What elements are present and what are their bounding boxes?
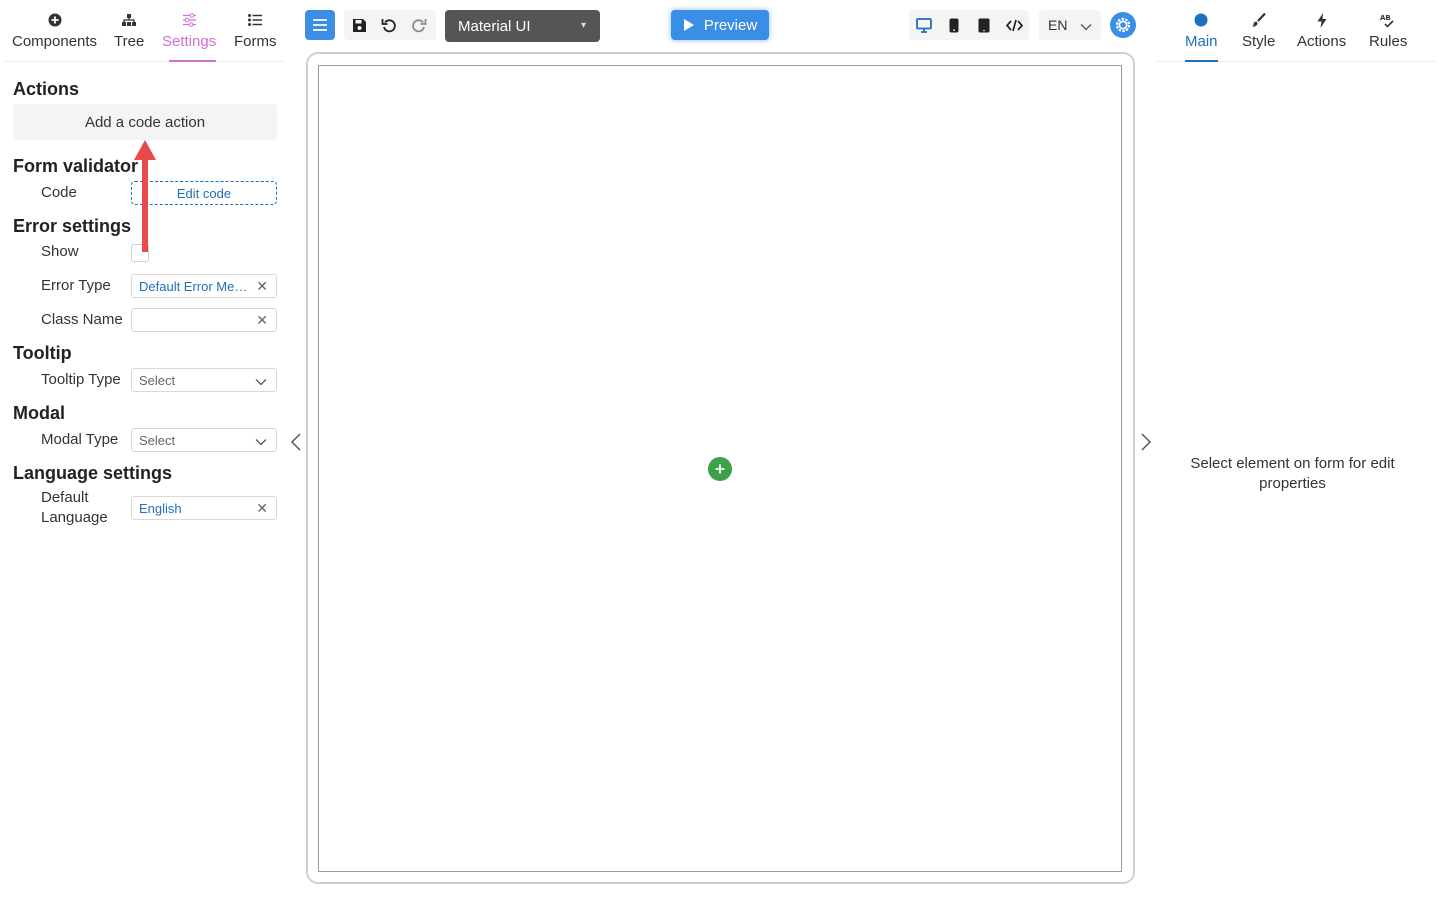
undo-button[interactable] bbox=[374, 10, 404, 40]
tab-settings[interactable]: Settings bbox=[162, 10, 216, 50]
menu-button[interactable] bbox=[305, 10, 335, 40]
device-toolbar bbox=[909, 10, 1029, 40]
left-tabs: Components Tree Settings Forms bbox=[4, 0, 284, 62]
tooltip-type-placeholder: Select bbox=[139, 372, 176, 388]
tab-tree[interactable]: Tree bbox=[114, 10, 144, 50]
plus-circle-icon bbox=[48, 10, 62, 30]
chevron-down-icon bbox=[255, 434, 267, 449]
error-type-select[interactable]: Default Error Message ✕ bbox=[131, 274, 277, 298]
play-icon bbox=[683, 19, 694, 31]
chevron-right-icon bbox=[1141, 433, 1152, 451]
tablet-icon bbox=[978, 18, 990, 32]
tab-rules-label: Rules bbox=[1369, 33, 1408, 50]
tab-forms-label: Forms bbox=[234, 33, 277, 50]
left-panel: Components Tree Settings Forms Actions A… bbox=[0, 0, 285, 900]
class-name-input[interactable]: ✕ bbox=[131, 308, 277, 332]
tree-icon bbox=[122, 10, 137, 30]
tab-tree-label: Tree bbox=[114, 33, 145, 50]
language-select-value: EN bbox=[1048, 17, 1068, 33]
circle-icon bbox=[1194, 10, 1208, 30]
clear-class-name-icon[interactable]: ✕ bbox=[256, 312, 268, 328]
mobile-view-button[interactable] bbox=[939, 10, 969, 40]
default-language-select[interactable]: English ✕ bbox=[131, 496, 277, 520]
code-label: Code bbox=[41, 184, 77, 201]
clear-language-icon[interactable]: ✕ bbox=[256, 500, 268, 516]
theme-select-value: Material UI bbox=[458, 17, 531, 35]
tooltip-type-label: Tooltip Type bbox=[41, 371, 121, 388]
modal-type-placeholder: Select bbox=[139, 432, 176, 448]
add-component-button[interactable] bbox=[708, 457, 732, 481]
list-icon bbox=[248, 10, 263, 30]
svg-text:AB: AB bbox=[1380, 14, 1391, 22]
annotation-arrow bbox=[134, 140, 156, 252]
collapse-right-panel-button[interactable] bbox=[1140, 432, 1152, 457]
brush-icon bbox=[1251, 10, 1266, 30]
desktop-view-button[interactable] bbox=[909, 10, 939, 40]
modal-type-label: Modal Type bbox=[41, 431, 119, 448]
tab-style-label: Style bbox=[1242, 33, 1276, 50]
tab-components[interactable]: Components bbox=[12, 10, 97, 50]
preview-button[interactable]: Preview bbox=[671, 10, 769, 40]
mobile-icon bbox=[949, 18, 959, 32]
sliders-icon bbox=[182, 10, 197, 30]
default-language-value: English bbox=[139, 500, 182, 516]
add-code-action-button[interactable]: Add a code action bbox=[13, 104, 277, 140]
active-tab-indicator bbox=[1185, 60, 1218, 62]
section-modal-title: Modal bbox=[13, 403, 65, 423]
tab-rules[interactable]: AB Rules bbox=[1369, 10, 1408, 51]
tablet-view-button[interactable] bbox=[969, 10, 999, 40]
section-tooltip-title: Tooltip bbox=[13, 343, 72, 363]
desktop-icon bbox=[916, 17, 932, 33]
right-tabs: Main Style Actions AB Rules bbox=[1156, 0, 1436, 62]
history-toolbar bbox=[344, 10, 436, 40]
settings-gear-button[interactable] bbox=[1110, 12, 1136, 38]
clear-error-type-icon[interactable]: ✕ bbox=[256, 278, 268, 294]
tab-components-label: Components bbox=[12, 33, 98, 50]
save-button[interactable] bbox=[344, 10, 374, 40]
section-form-validator-title: Form validator bbox=[13, 156, 139, 176]
code-view-button[interactable] bbox=[999, 10, 1029, 40]
menu-icon bbox=[313, 19, 327, 31]
tab-actions-label: Actions bbox=[1297, 33, 1347, 50]
empty-properties-message: Select element on form for edit properti… bbox=[1190, 455, 1395, 492]
code-icon bbox=[1005, 19, 1023, 31]
class-name-label: Class Name bbox=[41, 311, 123, 328]
redo-button[interactable] bbox=[404, 10, 434, 40]
collapse-left-panel-button[interactable] bbox=[290, 432, 302, 457]
tab-main-label: Main bbox=[1185, 33, 1218, 50]
gear-icon bbox=[1115, 17, 1131, 33]
chevron-down-icon bbox=[255, 374, 267, 389]
chevron-down-icon bbox=[1080, 18, 1092, 34]
default-language-label-line1: Default bbox=[41, 489, 89, 506]
section-language-title: Language settings bbox=[13, 463, 173, 483]
default-language-label-line2: Language bbox=[41, 509, 108, 526]
show-label: Show bbox=[41, 243, 79, 260]
plus-icon bbox=[715, 464, 725, 474]
section-error-settings-title: Error settings bbox=[13, 216, 132, 236]
undo-icon bbox=[381, 19, 396, 33]
error-type-value: Default Error Message bbox=[139, 278, 251, 294]
theme-select[interactable]: Material UI ▾ bbox=[445, 10, 600, 42]
tab-main[interactable]: Main bbox=[1185, 10, 1218, 50]
preview-button-label: Preview bbox=[703, 16, 758, 34]
chevron-left-icon bbox=[290, 433, 301, 451]
tab-actions[interactable]: Actions bbox=[1297, 10, 1346, 50]
lightning-icon bbox=[1317, 10, 1327, 30]
active-tab-indicator bbox=[169, 60, 216, 62]
caret-down-icon: ▾ bbox=[580, 20, 586, 31]
section-actions-title: Actions bbox=[13, 79, 80, 99]
redo-icon bbox=[412, 19, 427, 33]
error-type-label: Error Type bbox=[41, 277, 111, 294]
tab-style[interactable]: Style bbox=[1242, 10, 1275, 50]
modal-type-select[interactable]: Select bbox=[131, 428, 277, 452]
tooltip-type-select[interactable]: Select bbox=[131, 368, 277, 392]
tab-settings-label: Settings bbox=[162, 33, 217, 50]
language-select[interactable]: EN bbox=[1039, 10, 1101, 40]
spellcheck-icon: AB bbox=[1380, 10, 1396, 30]
save-icon bbox=[352, 18, 366, 32]
tab-forms[interactable]: Forms bbox=[234, 10, 277, 50]
